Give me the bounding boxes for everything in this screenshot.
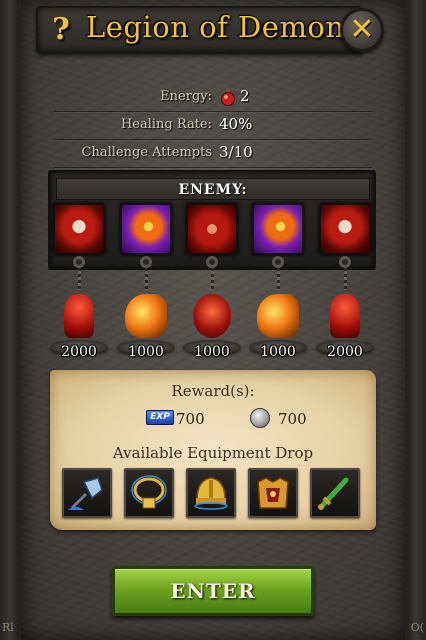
enemy-figure-3[interactable] bbox=[185, 292, 239, 348]
gold-helmet-icon bbox=[194, 477, 228, 510]
chain-ring bbox=[73, 256, 85, 268]
drop-slot-4[interactable] bbox=[248, 468, 298, 518]
attempts-label: Challenge Attempts bbox=[81, 145, 212, 160]
enemy-power-1: 2000 bbox=[61, 344, 97, 360]
chain-ring bbox=[206, 256, 218, 268]
gold-necklace-icon bbox=[131, 475, 167, 509]
enemy-header: Enemy: bbox=[56, 178, 370, 200]
silver-coin-icon bbox=[250, 408, 270, 428]
chain bbox=[211, 268, 214, 290]
enemy-power-4: 1000 bbox=[260, 344, 296, 360]
energy-label: Energy: bbox=[160, 89, 212, 104]
drop-slot-5[interactable] bbox=[310, 468, 360, 518]
enemy-label: Enemy: bbox=[178, 182, 248, 198]
green-dagger-icon bbox=[318, 477, 349, 510]
chain-ring bbox=[339, 256, 351, 268]
enemy-power-5: 2000 bbox=[327, 344, 363, 360]
gold-armor-icon bbox=[257, 477, 289, 509]
healing-label: Healing Rate: bbox=[120, 117, 212, 132]
energy-row: Energy: 2 bbox=[54, 84, 372, 112]
energy-value: 2 bbox=[240, 87, 250, 105]
energy-potion-icon bbox=[221, 89, 235, 106]
chain-ring bbox=[272, 256, 284, 268]
enemy-power-3: 1000 bbox=[194, 344, 230, 360]
drop-slot-2[interactable] bbox=[124, 468, 174, 518]
enemy-figure-2[interactable] bbox=[119, 292, 173, 348]
drop-slot-3[interactable] bbox=[186, 468, 236, 518]
chain bbox=[145, 268, 148, 290]
shovel-icon bbox=[68, 477, 103, 510]
reward-title: Reward(s): bbox=[171, 382, 255, 400]
enemy-figure-5[interactable] bbox=[318, 292, 372, 348]
dialog-title: Legion of Demons bbox=[86, 10, 360, 44]
drop-slot-1[interactable] bbox=[62, 468, 112, 518]
chain bbox=[277, 268, 280, 290]
drop-title: Available Equipment Drop bbox=[112, 444, 314, 462]
enter-button[interactable]: Enter bbox=[112, 566, 314, 616]
chain bbox=[78, 268, 81, 290]
enemy-portrait-5[interactable] bbox=[319, 203, 371, 255]
chain bbox=[344, 268, 347, 290]
reward-parchment: Reward(s): EXP 700 700 Available Equipme… bbox=[50, 370, 376, 530]
enemy-figure-4[interactable] bbox=[251, 292, 305, 348]
close-button[interactable]: ✕ bbox=[340, 8, 384, 52]
enemy-portrait-2[interactable] bbox=[120, 203, 172, 255]
healing-row: Healing Rate: 40% bbox=[54, 112, 372, 140]
enter-button-label: Enter bbox=[170, 579, 256, 603]
healing-value: 40% bbox=[219, 115, 253, 133]
help-button[interactable]: ? bbox=[44, 12, 78, 48]
enemy-figure-1[interactable] bbox=[52, 292, 106, 348]
enemy-power-2: 1000 bbox=[128, 344, 164, 360]
enemy-portrait-4[interactable] bbox=[252, 203, 304, 255]
enemy-portrait-1[interactable] bbox=[53, 203, 105, 255]
silver-value: 700 bbox=[278, 410, 307, 428]
exp-badge-icon: EXP bbox=[146, 410, 174, 425]
stats-section: Energy: 2 Healing Rate: 40% Challenge At… bbox=[54, 84, 372, 168]
chain-ring bbox=[140, 256, 152, 268]
attempts-value: 3/10 bbox=[219, 143, 253, 161]
attempts-row: Challenge Attempts 3/10 bbox=[54, 140, 372, 168]
exp-value: 700 bbox=[176, 410, 205, 428]
enemy-portrait-3[interactable] bbox=[186, 203, 238, 255]
